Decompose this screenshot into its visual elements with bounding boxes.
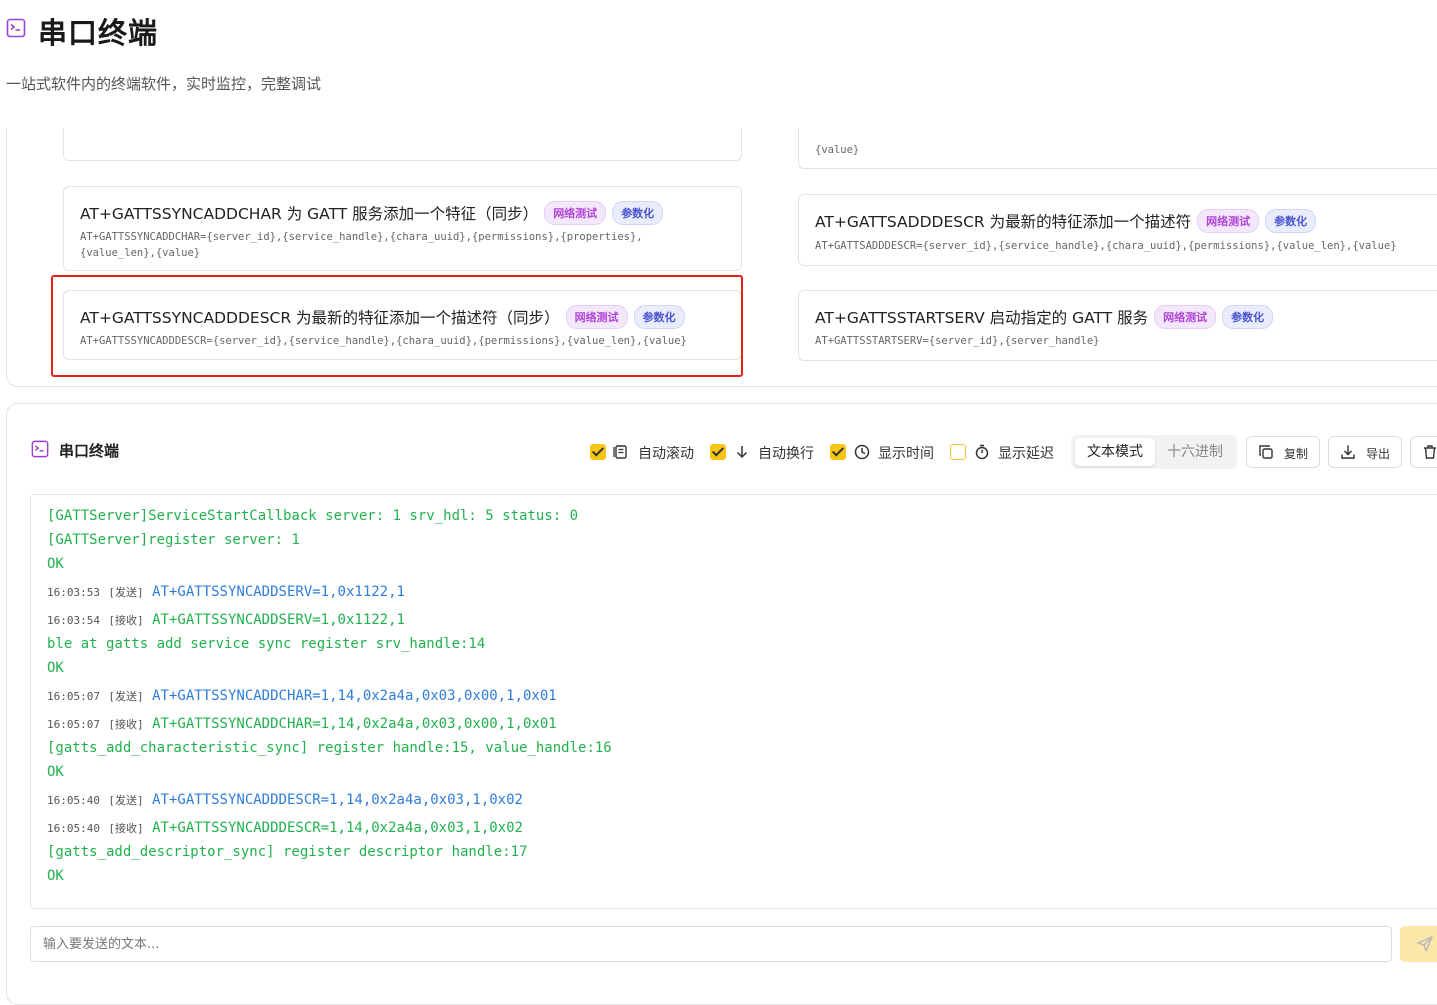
show-delay-label[interactable]: 显示延迟: [998, 443, 1054, 463]
command-syntax-line: AT+GATTSSYNCADDCHAR={server_id},{service…: [80, 231, 643, 243]
send-button[interactable]: [1400, 926, 1437, 962]
terminal-line: OK: [47, 556, 64, 572]
page-title: 串口终端: [38, 16, 159, 50]
copy-icon: [1259, 445, 1273, 459]
command-title: AT+GATTSADDDESCR 为最新的特征添加一个描述符 网络测试 参数化: [815, 209, 1317, 233]
terminal-line-sent: 16:03:53 [发送] AT+GATTSSYNCADDSERV=1,0x11…: [47, 584, 405, 600]
command-title-text: AT+GATTSSYNCADDCHAR 为 GATT 服务添加一个特征（同步）: [80, 205, 539, 223]
show-time-label[interactable]: 显示时间: [878, 443, 934, 463]
command-card-gattsadddescr[interactable]: AT+GATTSADDDESCR 为最新的特征添加一个描述符 网络测试 参数化 AT…: [798, 194, 1437, 266]
send-icon: [1417, 936, 1433, 952]
terminal-line: OK: [47, 764, 64, 780]
tag-network-test: 网络测试: [1154, 305, 1217, 329]
scroll-text-icon: [613, 445, 627, 459]
terminal-title: 串口终端: [59, 442, 120, 460]
export-button-label: 导出: [1366, 447, 1391, 461]
auto-wrap-label[interactable]: 自动换行: [758, 443, 814, 463]
text-mode-tab[interactable]: 文本模式: [1075, 438, 1155, 466]
clock-icon: [854, 444, 870, 460]
terminal-line-received: 16:05:40 [接收] AT+GATTSSYNCADDDESCR=1,14,…: [47, 820, 523, 836]
command-card-gattssyncaddchar[interactable]: AT+GATTSSYNCADDCHAR 为 GATT 服务添加一个特征（同步） 网…: [63, 186, 742, 271]
terminal-line: OK: [47, 660, 64, 676]
command-title-text: AT+GATTSADDDESCR 为最新的特征添加一个描述符: [815, 213, 1192, 231]
command-syntax: AT+GATTSSTARTSERV={server_id},{server_ha…: [815, 335, 1100, 347]
terminal-line-received: 16:03:54 [接收] AT+GATTSSYNCADDSERV=1,0x11…: [47, 612, 405, 628]
command-card-partial-right[interactable]: {value}: [798, 128, 1437, 169]
clear-button[interactable]: [1410, 436, 1437, 468]
show-delay-checkbox[interactable]: [950, 444, 966, 460]
auto-scroll-label[interactable]: 自动滚动: [638, 443, 694, 463]
page-subtitle: 一站式软件内的终端软件，实时监控，完整调试: [6, 75, 322, 93]
terminal-line: OK: [47, 868, 64, 884]
terminal-icon: [6, 18, 26, 38]
export-button[interactable]: 导出: [1328, 436, 1402, 468]
arrow-down-icon: [736, 446, 748, 459]
terminal-line: [GATTServer]ServiceStartCallback server:…: [47, 508, 579, 524]
hex-mode-tab[interactable]: 十六进制: [1158, 438, 1232, 466]
send-text-input[interactable]: [30, 926, 1392, 962]
terminal-icon: [31, 440, 49, 458]
tag-parameterized: 参数化: [612, 201, 664, 225]
terminal-line: ble at gatts add service sync register s…: [47, 636, 486, 652]
terminal-line-received: 16:05:07 [接收] AT+GATTSSYNCADDCHAR=1,14,0…: [47, 716, 557, 732]
command-title: AT+GATTSSTARTSERV 启动指定的 GATT 服务 网络测试 参数化: [815, 305, 1274, 329]
terminal-line-sent: 16:05:40 [发送] AT+GATTSSYNCADDDESCR=1,14,…: [47, 792, 523, 808]
auto-wrap-checkbox[interactable]: [710, 444, 726, 460]
tag-parameterized: 参数化: [1222, 305, 1274, 329]
command-title: AT+GATTSSYNCADDCHAR 为 GATT 服务添加一个特征（同步） 网…: [80, 201, 664, 225]
terminal-line: [gatts_add_descriptor_sync] register des…: [47, 844, 528, 860]
command-title-text: AT+GATTSSTARTSERV 启动指定的 GATT 服务: [815, 309, 1149, 327]
command-card-gattsstartserv[interactable]: AT+GATTSSTARTSERV 启动指定的 GATT 服务 网络测试 参数化 A…: [798, 290, 1437, 361]
command-syntax: {value}: [815, 144, 860, 156]
terminal-line-sent: 16:05:07 [发送] AT+GATTSSYNCADDCHAR=1,14,0…: [47, 688, 557, 704]
command-syntax-line: {value_len},{value}: [80, 247, 201, 259]
command-card-partial-left[interactable]: [63, 128, 742, 161]
command-syntax: AT+GATTSADDDESCR={server_id},{service_ha…: [815, 240, 1397, 252]
terminal-line: [gatts_add_characteristic_sync] register…: [47, 740, 612, 756]
selection-highlight-box: [51, 275, 743, 377]
tag-parameterized: 参数化: [1265, 209, 1317, 233]
tag-network-test: 网络测试: [544, 201, 607, 225]
command-syntax: AT+GATTSSYNCADDCHAR={server_id},{service…: [80, 229, 643, 261]
tag-network-test: 网络测试: [1197, 209, 1260, 233]
auto-scroll-checkbox[interactable]: [590, 444, 606, 460]
timer-icon: [975, 444, 989, 460]
copy-button-label: 复制: [1284, 447, 1309, 461]
show-time-checkbox[interactable]: [830, 444, 846, 460]
copy-button[interactable]: 复制: [1246, 436, 1320, 468]
download-icon: [1341, 445, 1355, 459]
trash-icon: [1424, 445, 1436, 459]
terminal-line: [GATTServer]register server: 1: [47, 532, 300, 548]
